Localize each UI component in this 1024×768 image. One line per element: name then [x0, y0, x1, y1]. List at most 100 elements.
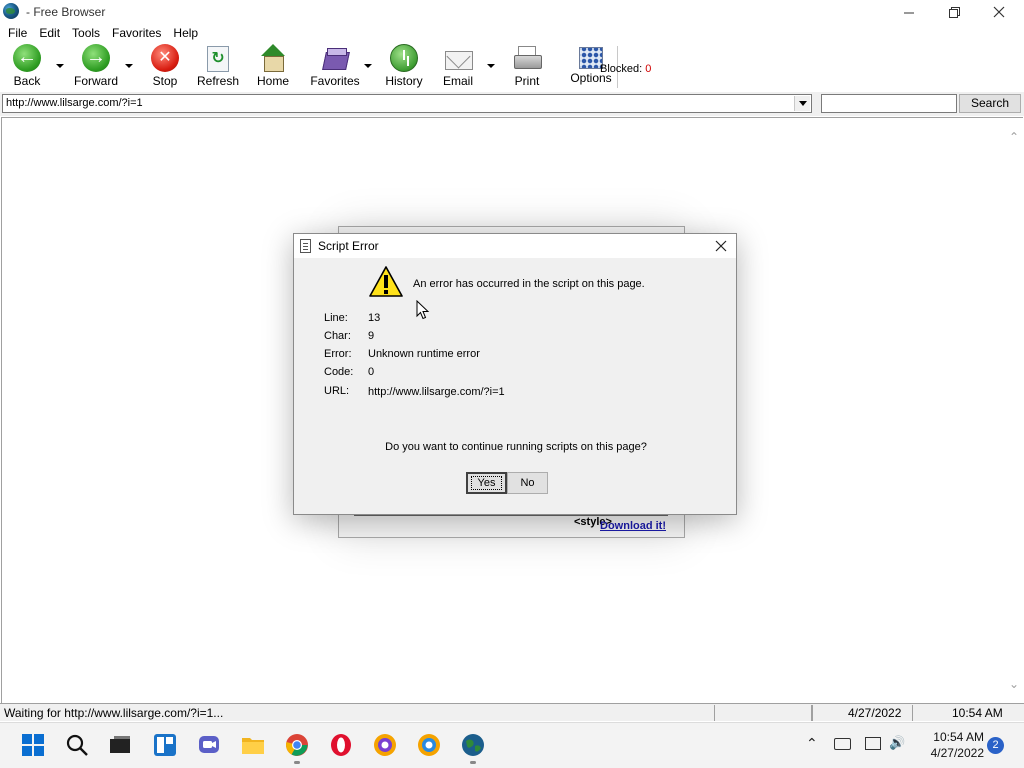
printer-icon	[513, 44, 542, 72]
chrome-running-indicator	[294, 761, 300, 764]
dialog-close-button[interactable]	[708, 236, 734, 256]
status-progress-cell	[714, 705, 812, 721]
scroll-up-icon[interactable]: ⌃	[1009, 130, 1019, 144]
minimize-icon	[903, 12, 914, 13]
chevron-up-icon[interactable]: ⌃	[806, 735, 818, 752]
free-browser-icon[interactable]	[461, 733, 485, 757]
detail-value-error: Unknown runtime error	[368, 348, 480, 360]
forward-dropdown-arrow[interactable]	[125, 64, 133, 68]
menu-file[interactable]: File	[2, 24, 33, 42]
popup-blocked-counter: Blocked: 0	[600, 63, 651, 75]
detail-value-code: 0	[368, 366, 375, 378]
opera-icon[interactable]	[329, 733, 353, 757]
refresh-label: Refresh	[196, 74, 240, 88]
history-button[interactable]: History	[384, 44, 424, 90]
menu-help[interactable]: Help	[167, 24, 204, 42]
globe-app-icon	[3, 3, 19, 19]
continue-question: Do you want to continue running scripts …	[385, 441, 647, 453]
detail-value-char: 9	[368, 330, 375, 342]
search-button[interactable]: Search	[959, 94, 1021, 113]
keyboard-icon[interactable]	[834, 738, 851, 750]
url-input[interactable]: http://www.lilsarge.com/?i=1	[2, 94, 812, 113]
forward-arrow-icon	[82, 44, 110, 72]
refresh-button[interactable]: Refresh	[196, 44, 240, 90]
back-arrow-icon	[13, 44, 41, 72]
back-dropdown-arrow[interactable]	[56, 64, 64, 68]
network-icon[interactable]	[865, 737, 881, 750]
menu-edit[interactable]: Edit	[33, 24, 66, 42]
stop-icon	[151, 44, 179, 72]
chevron-down-icon	[798, 101, 807, 106]
envelope-icon	[444, 44, 473, 72]
email-button[interactable]: Email	[442, 44, 474, 90]
chrome-icon[interactable]	[285, 733, 309, 757]
status-date: 4/27/2022	[848, 706, 902, 720]
refresh-icon	[207, 46, 229, 72]
browser-icon[interactable]	[417, 733, 441, 757]
warning-icon	[369, 266, 403, 297]
task-view-icon[interactable]	[108, 733, 132, 757]
toolbar-separator	[303, 48, 304, 88]
free-browser-running-indicator	[470, 761, 476, 764]
stop-button[interactable]: Stop	[148, 44, 182, 90]
scroll-down-icon[interactable]: ⌄	[1009, 677, 1019, 691]
menu-bar: File Edit Tools Favorites Help	[0, 24, 1024, 42]
tray-clock[interactable]: 10:54 AM 4/27/2022	[914, 729, 984, 761]
home-label: Home	[256, 74, 289, 88]
blocked-label: Blocked:	[600, 63, 643, 75]
favorites-button[interactable]: Favorites	[310, 44, 360, 90]
print-button[interactable]: Print	[512, 44, 542, 90]
search-input[interactable]	[821, 94, 957, 113]
minimize-button[interactable]	[886, 0, 932, 24]
history-clock-icon	[390, 44, 418, 72]
favorites-label: Favorites	[310, 74, 360, 88]
detail-label-url: URL:	[324, 385, 350, 397]
windows-start-icon[interactable]	[21, 733, 45, 757]
yes-label: Yes	[470, 476, 503, 490]
file-explorer-icon[interactable]	[241, 733, 265, 757]
close-icon	[715, 240, 727, 252]
search-icon[interactable]	[65, 733, 89, 757]
back-button[interactable]: Back	[8, 44, 46, 90]
forward-button[interactable]: Forward	[72, 44, 120, 90]
email-label: Email	[442, 74, 473, 88]
email-dropdown-arrow[interactable]	[487, 64, 495, 68]
home-button[interactable]: Home	[254, 44, 292, 90]
notification-badge[interactable]: 2	[987, 737, 1004, 754]
forward-label: Forward	[73, 74, 118, 88]
error-message: An error has occurred in the script on t…	[413, 278, 645, 290]
back-label: Back	[13, 74, 41, 88]
dialog-title: Script Error	[318, 239, 379, 253]
home-icon	[259, 44, 287, 72]
status-time: 10:54 AM	[952, 706, 1003, 720]
favorites-book-icon	[321, 44, 349, 72]
menu-tools[interactable]: Tools	[66, 24, 106, 42]
close-window-button[interactable]	[976, 0, 1022, 24]
restore-button[interactable]	[931, 0, 977, 24]
volume-icon[interactable]: 🔊	[889, 735, 905, 751]
detail-label-char: Char:	[324, 330, 351, 342]
address-bar: http://www.lilsarge.com/?i=1 Search	[0, 92, 1024, 116]
yes-button[interactable]: Yes	[466, 472, 507, 494]
url-dropdown-button[interactable]	[794, 96, 810, 111]
mouse-pointer-icon	[416, 300, 430, 320]
no-button[interactable]: No	[507, 472, 548, 494]
detail-label-code: Code:	[324, 366, 354, 378]
dialog-title-bar: Script Error	[294, 234, 736, 258]
stop-label: Stop	[152, 74, 178, 88]
tray-date: 4/27/2022	[930, 746, 984, 760]
window-title: - Free Browser	[26, 5, 106, 19]
status-bar: Waiting for http://www.lilsarge.com/?i=1…	[0, 703, 1024, 721]
widgets-icon[interactable]	[153, 733, 177, 757]
document-icon	[300, 239, 311, 253]
popup-divider	[354, 515, 668, 516]
history-label: History	[385, 74, 423, 88]
teams-chat-icon[interactable]	[197, 733, 221, 757]
browser-icon[interactable]	[373, 733, 397, 757]
menu-favorites[interactable]: Favorites	[106, 24, 167, 42]
detail-value-line: 13	[368, 312, 381, 324]
download-link[interactable]: Download it!	[600, 520, 666, 532]
script-error-dialog: Script Error An error has occurred in th…	[293, 233, 737, 515]
close-icon	[993, 6, 1005, 18]
favorites-dropdown-arrow[interactable]	[364, 64, 372, 68]
